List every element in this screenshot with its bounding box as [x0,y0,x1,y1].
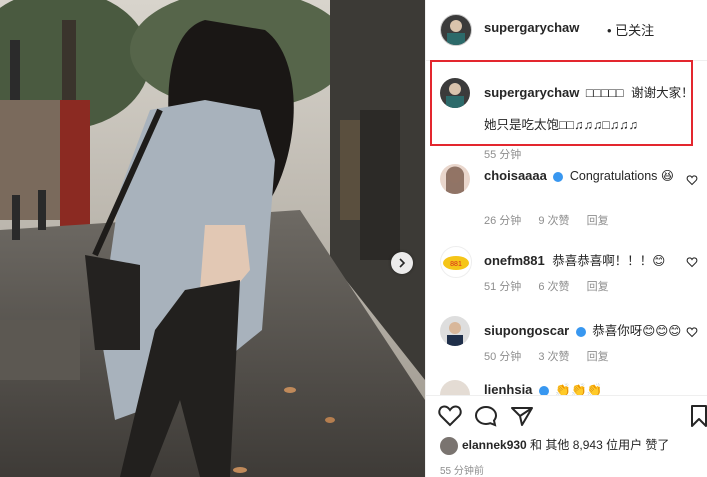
share-icon[interactable] [510,405,534,427]
comment-icon[interactable] [474,405,498,427]
comment-likes[interactable]: 9 次赞 [538,215,569,227]
comment-likes[interactable]: 6 次赞 [538,281,569,293]
commenter-username[interactable]: choisaaaa [484,168,547,183]
photo-image [0,0,425,477]
commenter-username[interactable]: siupongoscar [484,323,569,338]
commenter-avatar[interactable] [440,316,470,346]
comment-time[interactable]: 51 分钟 [484,281,521,293]
comment-text: 恭喜恭喜啊！！！😊 [552,254,666,268]
liker-avatar[interactable] [440,436,458,455]
bookmark-icon[interactable] [690,405,707,427]
svg-text:881: 881 [450,261,462,268]
comment-time[interactable]: 26 分钟 [484,215,521,227]
verified-badge-icon [553,171,564,182]
highlight-box [430,60,693,146]
reply-button[interactable]: 回复 [587,351,609,363]
caption-time: 55 分钟 [484,149,522,161]
chevron-right-icon [399,258,406,268]
comment-time[interactable]: 50 分钟 [484,351,521,363]
commenter-avatar[interactable] [440,164,470,194]
comment-text: Congratulations 😆 [569,169,674,183]
post-header: supergarychaw • 已关注 [426,0,707,61]
heart-icon[interactable] [686,326,698,338]
comment-text: 恭喜你呀😊😊😊 [592,324,682,338]
likes-summary: elannek930 和 其他 8,943 位用户 赞了 [440,436,669,455]
likes-count-text[interactable]: 和 其他 8,943 位用户 赞了 [527,438,669,452]
commenter-avatar[interactable]: 881 [440,246,472,278]
commenter-avatar[interactable] [440,380,470,395]
reply-button[interactable]: 回复 [587,215,609,227]
author-avatar[interactable] [440,14,472,46]
action-bar [426,395,707,436]
liker-username[interactable]: elannek930 [462,438,527,452]
author-username[interactable]: supergarychaw [484,20,579,35]
next-photo-button[interactable] [391,252,413,274]
post-time-ago[interactable]: 55 分钟前 [440,462,484,477]
reply-button[interactable]: 回复 [587,281,609,293]
post-photo [0,0,425,477]
verified-badge-icon [575,326,586,337]
heart-icon[interactable] [686,256,698,268]
follow-status[interactable]: • 已关注 [607,20,654,39]
heart-icon[interactable] [438,405,462,427]
commenter-username[interactable]: lienhsia [484,382,532,395]
comment-item: lienhsia 👏👏👏 [426,378,707,395]
comment-text: 👏👏👏 [555,383,603,395]
comment-likes[interactable]: 3 次赞 [538,351,569,363]
commenter-username[interactable]: onefm881 [484,253,545,268]
heart-icon[interactable] [686,174,698,186]
verified-badge-icon [538,385,549,395]
